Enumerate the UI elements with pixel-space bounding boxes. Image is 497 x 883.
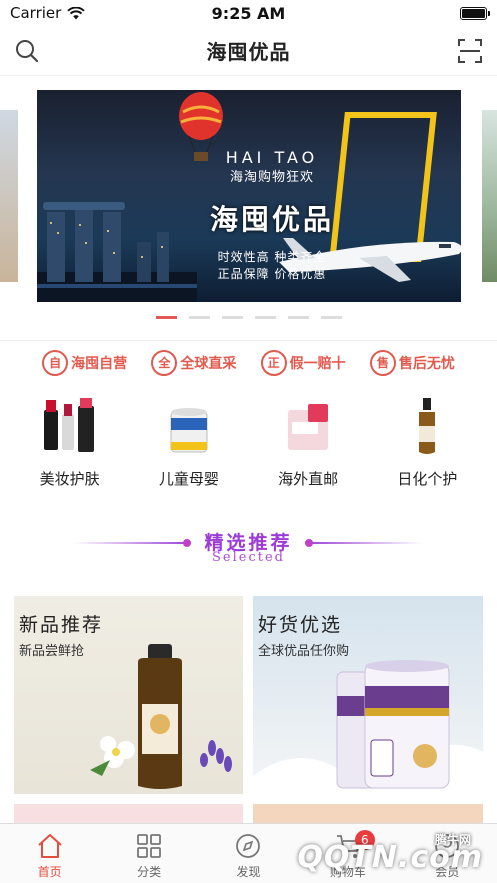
category-daily-care[interactable]: 日化个护: [372, 396, 482, 489]
carrier-label: Carrier: [10, 4, 62, 22]
heading-divider-right: [312, 542, 422, 544]
banner-carousel[interactable]: HAI TAO 海淘购物狂欢 海囤优品 时效性高 种类齐全 正品保障 价格优惠: [37, 90, 461, 302]
feature-authentic-guarantee: 正 假一赔十: [260, 349, 346, 376]
city-skyline-image: [37, 202, 197, 302]
compass-icon: [236, 834, 261, 858]
tab-label: 首页: [37, 865, 62, 879]
banner-prev-peek: [0, 110, 18, 282]
category-label: 儿童母婴: [158, 470, 219, 488]
feature-label: 售后无忧: [398, 355, 455, 372]
category-maternal-baby[interactable]: 儿童母婴: [134, 396, 244, 489]
featured-section-heading: 精选推荐 Selected: [0, 528, 497, 574]
banner-line-2: 正品保障 价格优惠: [217, 267, 327, 281]
tab-label: 分类: [137, 865, 162, 879]
skincare-box-icon: [288, 404, 329, 450]
tab-home[interactable]: 首页: [5, 824, 95, 883]
category-label: 美妆护肤: [39, 470, 100, 488]
banner-haitao: HAI TAO: [225, 148, 319, 167]
carousel-indicator: [0, 316, 497, 319]
milk-powder-can-icon: [170, 408, 208, 453]
grid-icon: [137, 834, 161, 858]
battery-icon: [460, 6, 490, 20]
feature-self-operated: 自 海囤自营: [42, 349, 128, 376]
after-sales-icon: 售: [369, 349, 396, 376]
carousel-dot[interactable]: [188, 316, 210, 319]
card-title: 好货优选: [258, 614, 343, 636]
self-operated-icon: 自: [42, 349, 69, 376]
category-label: 海外直邮: [278, 470, 339, 488]
feature-label: 海囤自营: [71, 355, 128, 372]
tab-label: 发现: [236, 865, 261, 879]
authentic-icon: 正: [260, 349, 287, 376]
scan-icon[interactable]: [457, 38, 483, 64]
status-bar: Carrier 9:25 AM: [0, 0, 497, 26]
bottle-icon: [419, 398, 436, 454]
promo-card-new-products[interactable]: 新品推荐 新品尝鲜抢: [14, 596, 243, 794]
watermark-main: QQTN.com: [297, 840, 483, 875]
home-icon: [38, 834, 62, 858]
page-title: 海囤优品: [206, 40, 291, 64]
lipstick-icon: [43, 398, 94, 452]
carousel-dot[interactable]: [221, 316, 243, 319]
feature-label: 假一赔十: [289, 355, 346, 372]
nav-bar: 海囤优品: [0, 26, 497, 76]
section-subtitle: Selected: [212, 550, 285, 565]
card-title: 新品推荐: [19, 614, 104, 636]
carousel-dot[interactable]: [254, 316, 276, 319]
status-time: 9:25 AM: [211, 3, 286, 23]
carousel-dot-active[interactable]: [155, 316, 177, 319]
service-features: 自 海囤自营 全 全球直采 正 假一赔十 售 售后无忧: [0, 340, 497, 384]
app-screen: Carrier 9:25 AM 海囤优品 HAI TAO 海淘购物狂欢 海囤优品…: [0, 0, 497, 883]
tab-category[interactable]: 分类: [104, 824, 194, 883]
category-beauty[interactable]: 美妆护肤: [15, 396, 125, 489]
carousel-dot[interactable]: [287, 316, 309, 319]
carousel-dot[interactable]: [320, 316, 342, 319]
status-left: Carrier: [10, 4, 86, 22]
feature-after-sales: 售 售后无忧: [369, 349, 455, 376]
card-subtitle: 新品尝鲜抢: [19, 644, 85, 659]
promo-card-quality-goods[interactable]: 好货优选 全球优品任你购: [253, 596, 483, 794]
tab-discover[interactable]: 发现: [203, 824, 293, 883]
banner-next-peek: [482, 110, 497, 282]
category-overseas-direct[interactable]: 海外直邮: [253, 396, 363, 489]
category-label: 日化个护: [397, 470, 458, 488]
banner-line-1: 时效性高 种类齐全: [217, 250, 327, 264]
feature-global-sourcing: 全 全球直采: [151, 349, 237, 376]
milk-formula-cans-image: [253, 660, 483, 794]
category-grid: 美妆护肤 儿童母婴 海外直邮 日化个护: [0, 396, 497, 489]
wifi-icon: [67, 6, 86, 19]
banner-main-title: 海囤优品: [209, 203, 334, 236]
watermark: 腾牛网 QQTN.com: [281, 823, 491, 879]
global-icon: 全: [151, 349, 178, 376]
banner-subtitle: 海淘购物狂欢: [229, 170, 314, 185]
shampoo-bottle-image: [90, 644, 232, 789]
feature-label: 全球直采: [180, 355, 237, 372]
search-icon[interactable]: [14, 38, 40, 64]
